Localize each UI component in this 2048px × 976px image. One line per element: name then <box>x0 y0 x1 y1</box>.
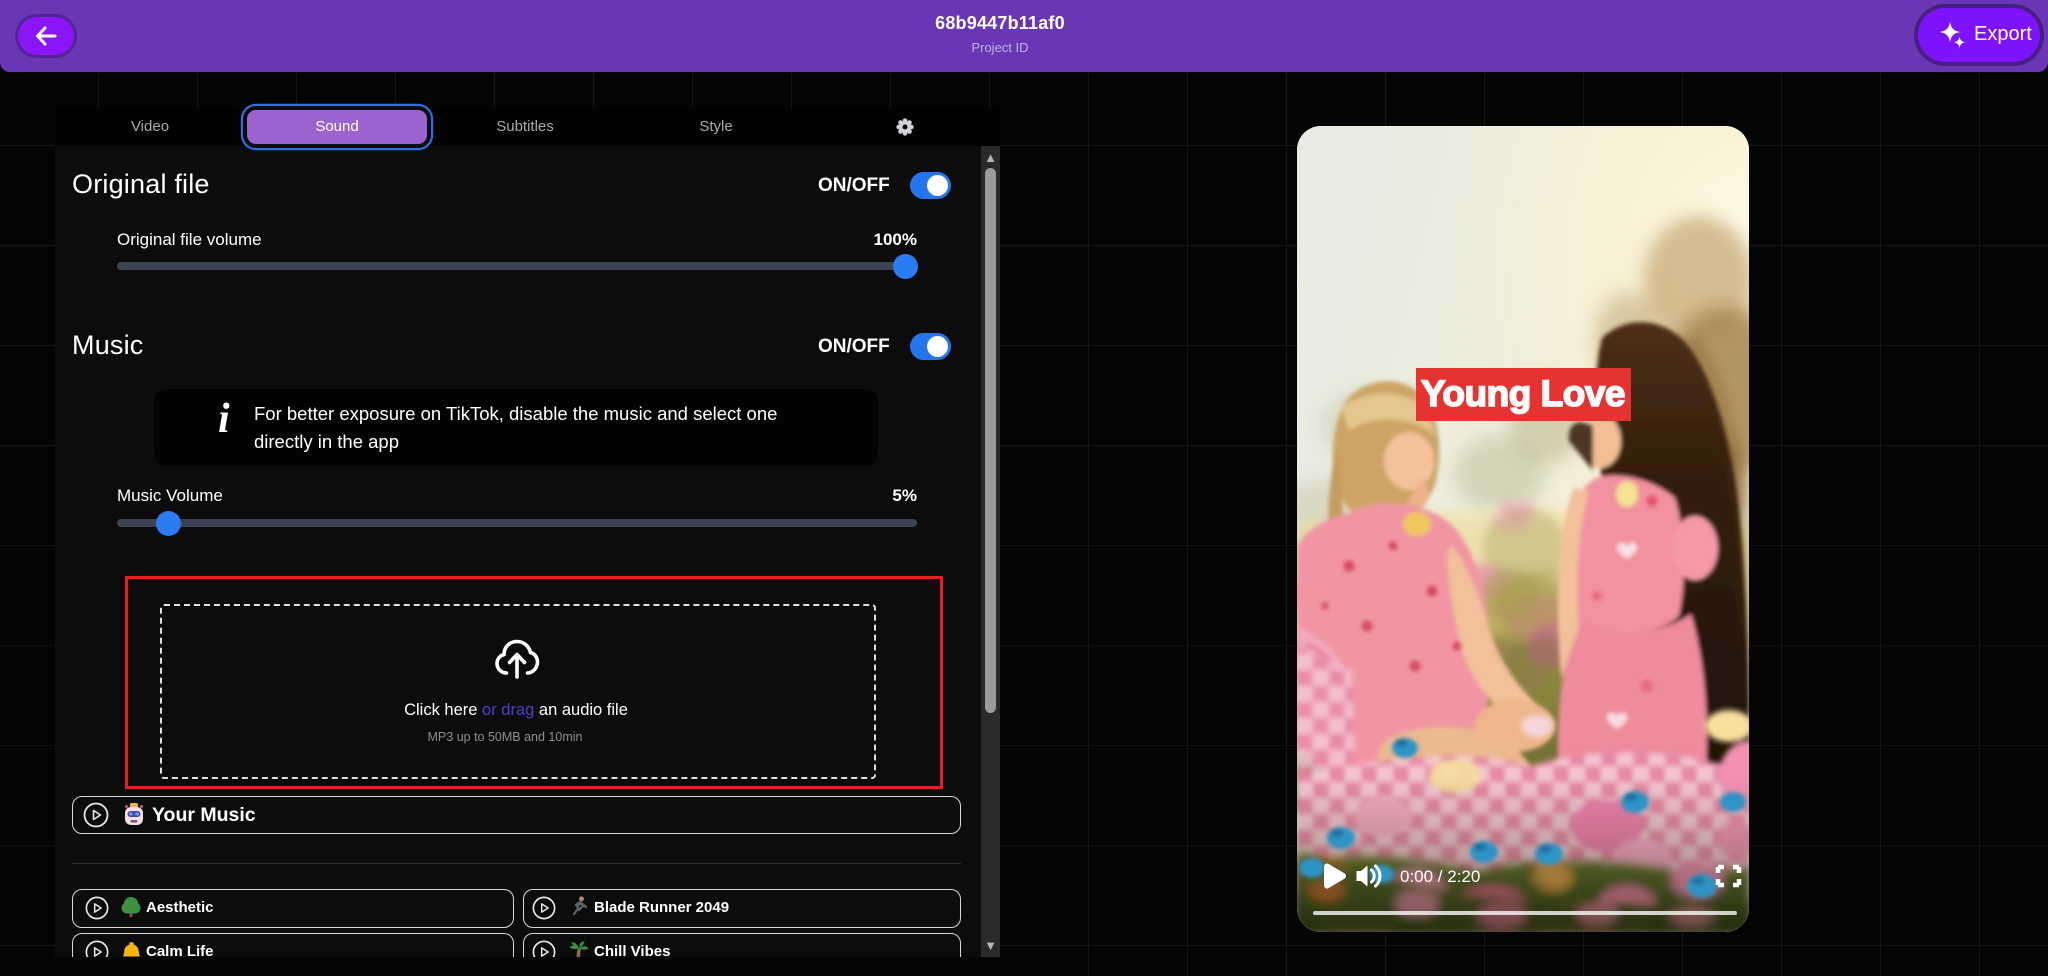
svg-text:Young Love: Young Love <box>1421 373 1625 414</box>
svg-text:0:00 / 2:20: 0:00 / 2:20 <box>1400 867 1480 886</box>
